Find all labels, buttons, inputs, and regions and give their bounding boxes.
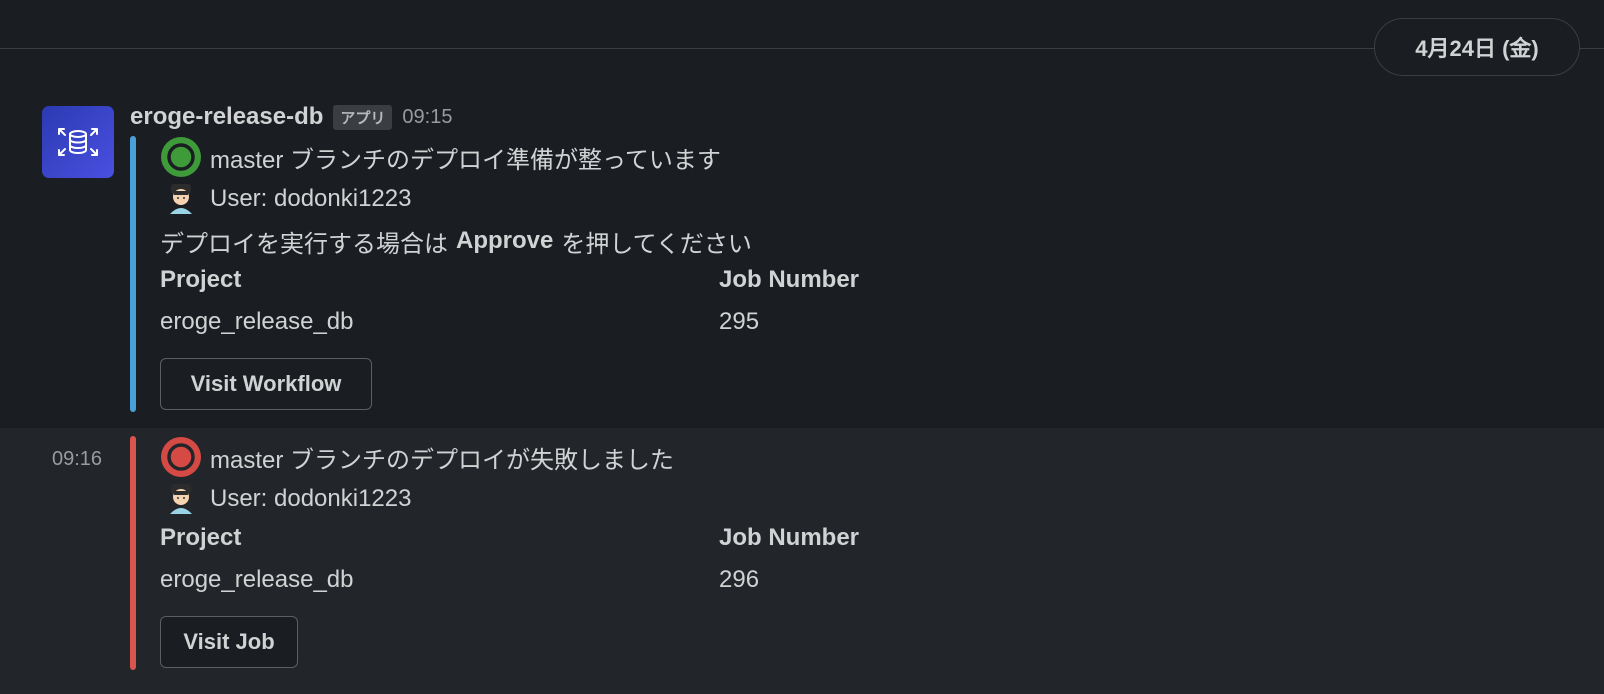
date-divider-pill[interactable]: 4月24日 (金) — [1374, 18, 1580, 76]
attachment-color-bar — [130, 436, 136, 670]
project-value: eroge_release_db — [160, 308, 354, 335]
visit-workflow-button[interactable]: Visit Workflow — [160, 358, 372, 410]
sender-name[interactable]: eroge-release-db — [130, 103, 323, 131]
user-line: User: dodonki1223 — [160, 178, 1360, 220]
instruction-line: デプロイを実行する場合は Approve を押してください — [160, 220, 1360, 262]
message-header: eroge-release-db アプリ 09:15 — [130, 102, 452, 132]
visit-job-button[interactable]: Visit Job — [160, 616, 298, 668]
circleci-failed-icon — [161, 437, 201, 477]
instruction-suffix: を押してください — [561, 230, 752, 258]
status-line: master ブランチのデプロイ準備が整っています — [160, 136, 1360, 178]
project-label: Project — [160, 524, 242, 551]
job-number-label: Job Number — [719, 524, 860, 551]
app-badge: アプリ — [333, 104, 393, 130]
slack-channel-view: 4月24日 (金) eroge-release-db アプリ 09:15 mas… — [0, 0, 1604, 694]
circleci-success-icon — [161, 137, 201, 177]
status-line: master ブランチのデプロイが失敗しました — [160, 436, 1360, 478]
database-icon — [58, 128, 98, 156]
user-text: User: dodonki1223 — [210, 185, 412, 212]
message-timestamp[interactable]: 09:15 — [402, 106, 452, 129]
message-2: 09:16 master ブランチのデプロイが失敗しました User: dodo… — [0, 428, 1604, 694]
job-number-value: 296 — [719, 566, 760, 593]
message-timestamp[interactable]: 09:16 — [52, 448, 102, 471]
job-number-label: Job Number — [719, 266, 860, 293]
status-text: master ブランチのデプロイ準備が整っています — [210, 146, 721, 174]
instruction-prefix: デプロイを実行する場合は — [160, 230, 448, 258]
attachment-2: master ブランチのデプロイが失敗しました User: dodonki122… — [130, 436, 1430, 670]
user-line: User: dodonki1223 — [160, 478, 1360, 520]
job-number-value: 295 — [719, 308, 760, 335]
fields: Project Job Number eroge_release_db 295 — [160, 262, 1360, 346]
date-divider-line — [0, 48, 1604, 49]
project-value: eroge_release_db — [160, 566, 354, 593]
app-avatar[interactable] — [42, 106, 114, 178]
user-avatar-icon — [170, 184, 192, 214]
fields: Project Job Number eroge_release_db 296 — [160, 520, 1360, 604]
user-avatar-icon — [170, 484, 192, 514]
attachment-1: master ブランチのデプロイ準備が整っています User: dodonki1… — [130, 136, 1430, 412]
instruction-bold: Approve — [456, 227, 554, 254]
user-text: User: dodonki1223 — [210, 485, 412, 512]
message-1: eroge-release-db アプリ 09:15 master ブランチのデ… — [0, 90, 1604, 428]
project-label: Project — [160, 266, 242, 293]
attachment-color-bar — [130, 136, 136, 412]
status-text: master ブランチのデプロイが失敗しました — [210, 446, 675, 474]
